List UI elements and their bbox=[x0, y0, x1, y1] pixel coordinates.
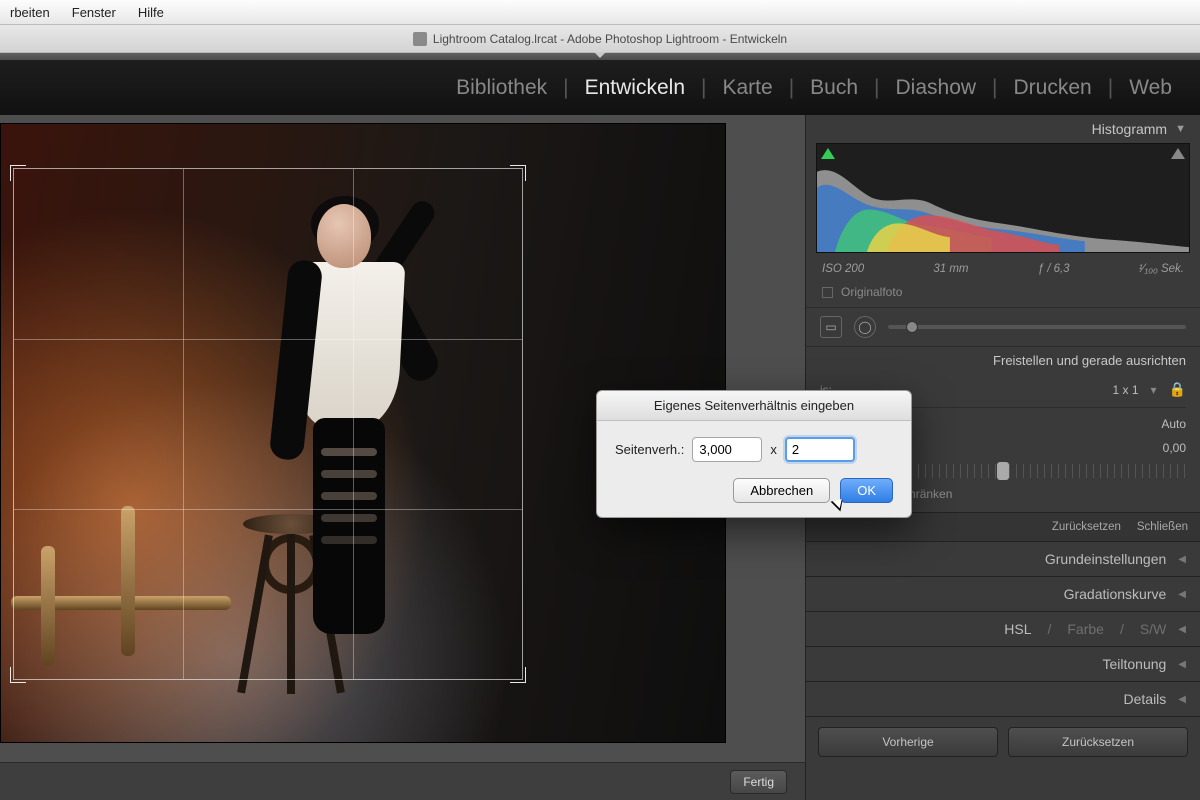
section-hsl[interactable]: HSL / Farbe / S/W ◀ bbox=[806, 612, 1200, 647]
module-develop[interactable]: Entwickeln bbox=[569, 76, 701, 100]
panel-footer-buttons: Vorherige Zurücksetzen bbox=[806, 717, 1200, 767]
tool-slider[interactable] bbox=[888, 325, 1186, 329]
slider-knob[interactable] bbox=[906, 321, 918, 333]
histogram-meta: ISO 200 31 mm ƒ / 6,3 ¹⁄₁₀₀ Sek. bbox=[806, 259, 1200, 281]
aspect-menu-icon[interactable]: ▾ bbox=[1151, 383, 1157, 397]
section-tone-curve[interactable]: Gradationskurve ◀ bbox=[806, 577, 1200, 612]
chevron-left-icon: ◀ bbox=[1178, 624, 1186, 635]
os-menu-bar: rbeiten Fenster Hilfe bbox=[0, 0, 1200, 25]
tool-strip: ▭ ◯ bbox=[806, 308, 1200, 347]
hsl-tab-color[interactable]: Farbe bbox=[1067, 621, 1104, 637]
histogram-plot[interactable] bbox=[816, 143, 1190, 253]
section-basic[interactable]: Grundeinstellungen ◀ bbox=[806, 542, 1200, 577]
aspect-height-input[interactable] bbox=[785, 437, 855, 462]
crop-tool-icon[interactable]: ▭ bbox=[820, 316, 842, 338]
aspect-field-label: Seitenverh.: bbox=[615, 442, 684, 457]
chevron-left-icon: ◀ bbox=[1178, 659, 1186, 670]
chevron-left-icon: ◀ bbox=[1178, 554, 1186, 565]
original-photo-row[interactable]: Originalfoto bbox=[806, 281, 1200, 308]
module-print[interactable]: Drucken bbox=[998, 76, 1108, 100]
chevron-down-icon: ▼ bbox=[1175, 123, 1186, 135]
module-library[interactable]: Bibliothek bbox=[440, 76, 563, 100]
histogram-header[interactable]: Histogramm ▼ bbox=[806, 115, 1200, 141]
section-detail-label: Details bbox=[1124, 691, 1167, 707]
module-picker: Bibliothek| Entwickeln| Karte| Buch| Dia… bbox=[0, 60, 1200, 115]
dialog-title: Eigenes Seitenverhältnis eingeben bbox=[597, 391, 911, 421]
window-title-bar: Lightroom Catalog.lrcat - Adobe Photosho… bbox=[0, 25, 1200, 53]
chevron-left-icon: ◀ bbox=[1178, 694, 1186, 705]
hsl-tab-hsl[interactable]: HSL bbox=[1004, 621, 1031, 637]
reset-all-button[interactable]: Zurücksetzen bbox=[1008, 727, 1188, 757]
previous-button[interactable]: Vorherige bbox=[818, 727, 998, 757]
canvas-toolbar: Fertig bbox=[0, 762, 805, 800]
custom-aspect-dialog: Eigenes Seitenverhältnis eingeben Seiten… bbox=[596, 390, 912, 518]
checkbox-icon[interactable] bbox=[822, 287, 833, 298]
document-icon bbox=[413, 32, 427, 46]
menu-item-window[interactable]: Fenster bbox=[72, 5, 116, 20]
original-photo-label: Originalfoto bbox=[841, 285, 902, 299]
meta-focal: 31 mm bbox=[933, 263, 968, 275]
spot-tool-icon[interactable]: ◯ bbox=[854, 316, 876, 338]
crop-close-button[interactable]: Schließen bbox=[1137, 521, 1188, 533]
module-web[interactable]: Web bbox=[1113, 76, 1188, 100]
module-book[interactable]: Buch bbox=[794, 76, 874, 100]
section-tone-label: Gradationskurve bbox=[1064, 586, 1167, 602]
menu-item-edit[interactable]: rbeiten bbox=[10, 5, 50, 20]
crop-panel-title: Freistellen und gerade ausrichten bbox=[820, 353, 1186, 376]
meta-aperture: ƒ / 6,3 bbox=[1038, 263, 1070, 275]
meta-iso: ISO 200 bbox=[822, 263, 864, 275]
done-button[interactable]: Fertig bbox=[730, 770, 787, 794]
chevron-left-icon: ◀ bbox=[1178, 589, 1186, 600]
crop-handle-tr[interactable] bbox=[510, 165, 526, 181]
module-map[interactable]: Karte bbox=[706, 76, 788, 100]
angle-slider-knob[interactable] bbox=[997, 462, 1009, 480]
crop-handle-tl[interactable] bbox=[10, 165, 26, 181]
lock-icon[interactable]: 🔒 bbox=[1169, 381, 1186, 398]
window-title: Lightroom Catalog.lrcat - Adobe Photosho… bbox=[433, 32, 787, 46]
aspect-separator: x bbox=[770, 442, 777, 457]
panel-collapse-handle-top[interactable] bbox=[0, 53, 1200, 60]
crop-reset-button[interactable]: Zurücksetzen bbox=[1052, 521, 1121, 533]
ok-button[interactable]: OK bbox=[840, 478, 893, 503]
section-split-toning[interactable]: Teiltonung ◀ bbox=[806, 647, 1200, 682]
auto-straighten-button[interactable]: Auto bbox=[1161, 417, 1186, 431]
section-basic-label: Grundeinstellungen bbox=[1045, 551, 1166, 567]
aspect-width-input[interactable] bbox=[692, 437, 762, 462]
meta-shutter: ¹⁄₁₀₀ Sek. bbox=[1139, 263, 1184, 275]
menu-item-help[interactable]: Hilfe bbox=[138, 5, 164, 20]
crop-overlay[interactable] bbox=[13, 168, 523, 680]
section-split-label: Teiltonung bbox=[1102, 656, 1166, 672]
histogram-title: Histogramm bbox=[1092, 121, 1167, 137]
crop-handle-bl[interactable] bbox=[10, 667, 26, 683]
section-detail[interactable]: Details ◀ bbox=[806, 682, 1200, 717]
module-slideshow[interactable]: Diashow bbox=[880, 76, 993, 100]
crop-handle-br[interactable] bbox=[510, 667, 526, 683]
aspect-value[interactable]: 1 x 1 bbox=[1113, 383, 1139, 397]
hsl-tab-bw[interactable]: S/W bbox=[1140, 621, 1166, 637]
angle-value[interactable]: 0,00 bbox=[1163, 441, 1186, 455]
cancel-button[interactable]: Abbrechen bbox=[733, 478, 830, 503]
